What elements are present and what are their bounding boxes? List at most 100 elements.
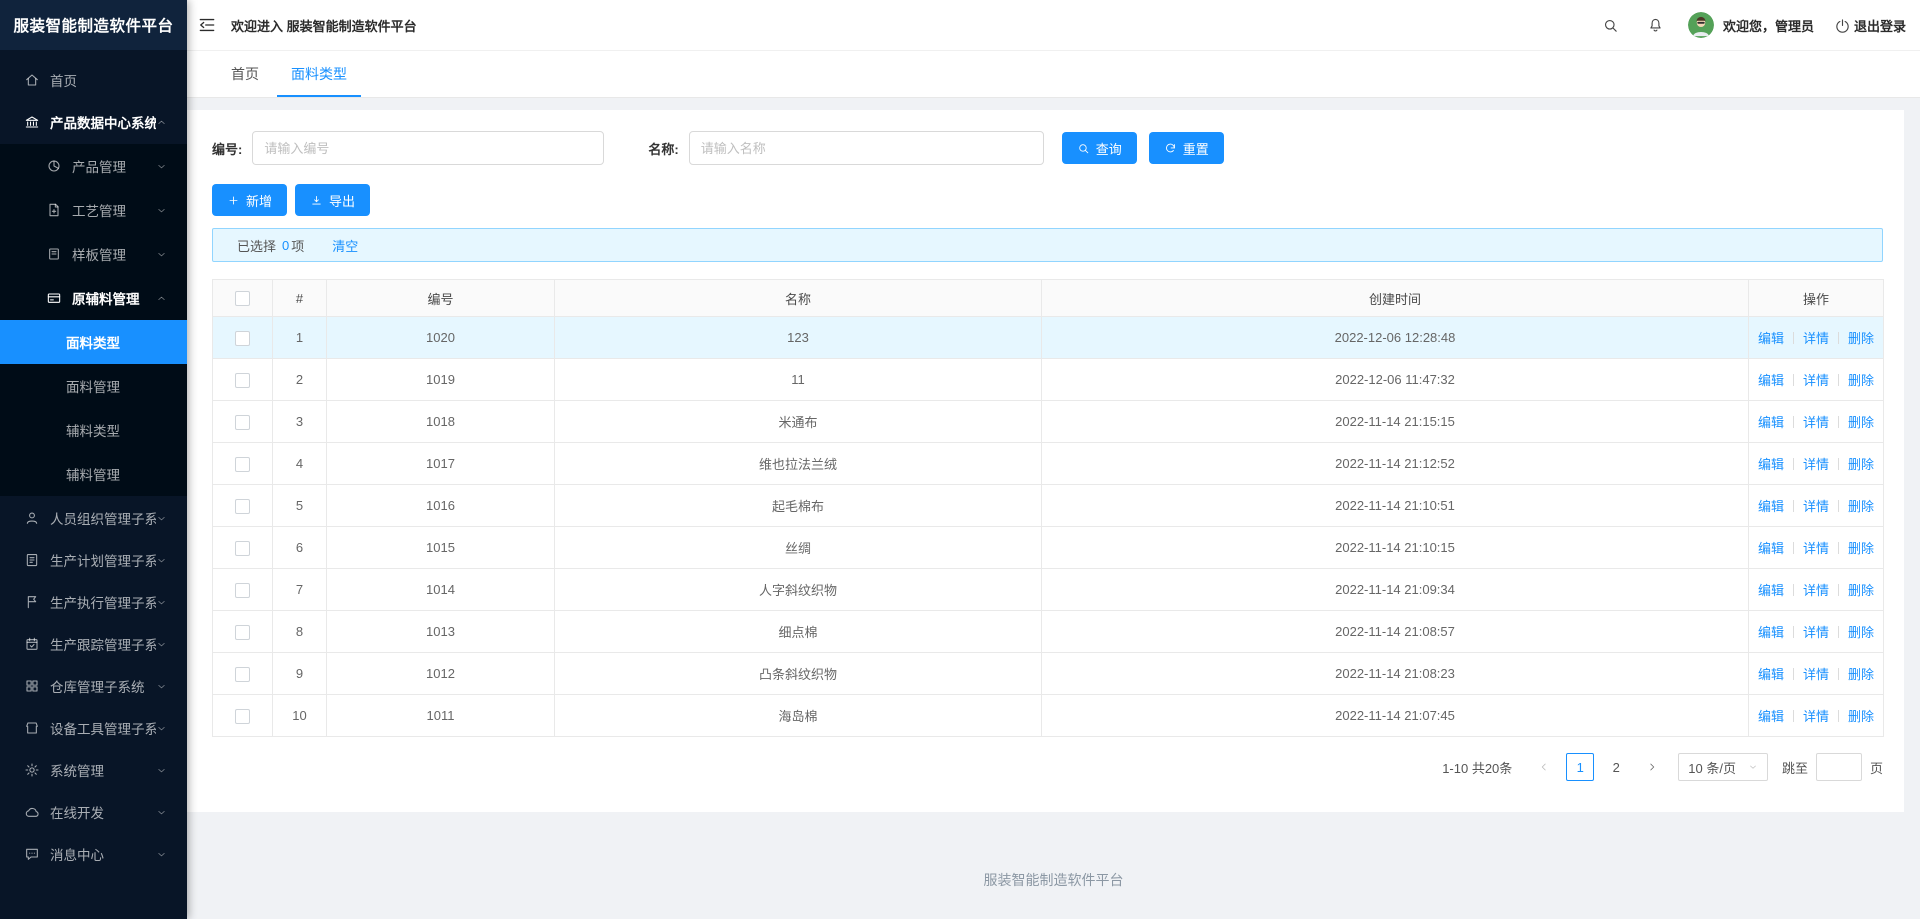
row-checkbox[interactable] (235, 498, 250, 514)
sidebar-item-product-mgmt[interactable]: 产品管理 (0, 144, 187, 188)
sidebar-item-label: 设备工具管理子系统 (50, 722, 156, 737)
col-index: # (272, 279, 327, 317)
edit-link[interactable]: 编辑 (1758, 499, 1784, 514)
delete-link[interactable]: 删除 (1848, 625, 1874, 640)
sidebar-item-process-mgmt[interactable]: 工艺管理 (0, 188, 187, 232)
edit-link[interactable]: 编辑 (1758, 331, 1784, 346)
row-code: 1014 (326, 568, 555, 611)
row-checkbox[interactable] (235, 708, 250, 724)
detail-link[interactable]: 详情 (1803, 541, 1829, 556)
detail-link[interactable]: 详情 (1803, 709, 1829, 724)
detail-link[interactable]: 详情 (1803, 667, 1829, 682)
edit-link[interactable]: 编辑 (1758, 541, 1784, 556)
sidebar-item-production-plan[interactable]: 生产计划管理子系统 (0, 540, 187, 580)
chevron-down-icon (156, 513, 167, 524)
sidebar-item-home[interactable]: 首页 (0, 60, 187, 100)
edit-link[interactable]: 编辑 (1758, 373, 1784, 388)
detail-link[interactable]: 详情 (1803, 625, 1829, 640)
sidebar-item-online-dev[interactable]: 在线开发 (0, 792, 187, 832)
bell-icon[interactable] (1647, 17, 1664, 34)
row-checkbox[interactable] (235, 456, 250, 472)
file-add-icon (46, 202, 62, 218)
next-page-button[interactable] (1638, 753, 1666, 781)
add-button[interactable]: 新增 (212, 184, 288, 216)
sidebar-item-equipment-tool[interactable]: 设备工具管理子系统 (0, 708, 187, 748)
clear-selection-link[interactable]: 清空 (332, 236, 358, 255)
sidebar-item-personnel-org[interactable]: 人员组织管理子系统 (0, 498, 187, 538)
sidebar-item-label: 辅料类型 (66, 424, 120, 439)
export-button[interactable]: 导出 (295, 184, 371, 216)
sidebar-item-accessory-type[interactable]: 辅料类型 (0, 408, 187, 452)
edit-link[interactable]: 编辑 (1758, 415, 1784, 430)
prev-page-button[interactable] (1530, 753, 1558, 781)
sidebar-item-accessory-mgmt[interactable]: 辅料管理 (0, 452, 187, 496)
select-all-checkbox[interactable] (235, 291, 250, 307)
row-actions: 编辑 详情 删除 (1748, 610, 1884, 653)
delete-link[interactable]: 删除 (1848, 583, 1874, 598)
edit-link[interactable]: 编辑 (1758, 583, 1784, 598)
user-icon (24, 510, 40, 526)
delete-link[interactable]: 删除 (1848, 541, 1874, 556)
avatar[interactable] (1687, 12, 1714, 38)
row-checkbox[interactable] (235, 414, 250, 430)
row-checkbox[interactable] (235, 540, 250, 556)
edit-link[interactable]: 编辑 (1758, 667, 1784, 682)
action-separator (1838, 374, 1839, 386)
detail-link[interactable]: 详情 (1803, 457, 1829, 472)
row-index: 10 (272, 694, 327, 737)
row-name: 维也拉法兰绒 (554, 442, 1042, 485)
sidebar-item-sample-mgmt[interactable]: 样板管理 (0, 232, 187, 276)
page-1-button[interactable]: 1 (1566, 753, 1595, 781)
delete-link[interactable]: 删除 (1848, 709, 1874, 724)
delete-link[interactable]: 删除 (1848, 373, 1874, 388)
sidebar-item-fabric-mgmt[interactable]: 面料管理 (0, 364, 187, 408)
code-input[interactable] (252, 131, 605, 165)
row-checkbox[interactable] (235, 372, 250, 388)
row-checkbox[interactable] (235, 666, 250, 682)
chevron-up-icon (156, 117, 167, 128)
sidebar-item-system-mgmt[interactable]: 系统管理 (0, 750, 187, 790)
selection-suffix: 项 (291, 238, 305, 254)
name-label: 名称: (648, 141, 679, 157)
edit-link[interactable]: 编辑 (1758, 457, 1784, 472)
menu-fold-icon[interactable] (197, 15, 217, 35)
logout-label: 退出登录 (1853, 18, 1906, 34)
delete-link[interactable]: 删除 (1848, 331, 1874, 346)
search-icon[interactable] (1602, 17, 1619, 34)
detail-link[interactable]: 详情 (1803, 583, 1829, 598)
tab-home[interactable]: 首页 (217, 51, 273, 97)
plus-icon (227, 194, 240, 207)
detail-link[interactable]: 详情 (1803, 499, 1829, 514)
edit-link[interactable]: 编辑 (1758, 625, 1784, 640)
row-checkbox[interactable] (235, 330, 250, 346)
page-2-button[interactable]: 2 (1602, 753, 1630, 781)
sidebar-item-fabric-type[interactable]: 面料类型 (0, 320, 187, 364)
detail-link[interactable]: 详情 (1803, 331, 1829, 346)
sidebar-item-warehouse[interactable]: 仓库管理子系统 (0, 666, 187, 706)
tab-fabric-type[interactable]: 面料类型 (277, 51, 361, 97)
delete-link[interactable]: 删除 (1848, 667, 1874, 682)
row-name: 人字斜纹织物 (554, 568, 1042, 611)
sidebar-item-message-center[interactable]: 消息中心 (0, 834, 187, 874)
delete-link[interactable]: 删除 (1848, 457, 1874, 472)
logout-button[interactable]: 退出登录 (1834, 16, 1906, 35)
cloud-icon (24, 804, 40, 820)
sidebar-item-production-track[interactable]: 生产跟踪管理子系统 (0, 624, 187, 664)
jump-page-input[interactable] (1815, 753, 1862, 781)
edit-link[interactable]: 编辑 (1758, 709, 1784, 724)
reset-button[interactable]: 重置 (1148, 132, 1224, 164)
pie-chart-icon (46, 158, 62, 174)
name-input[interactable] (688, 131, 1044, 165)
delete-link[interactable]: 删除 (1848, 415, 1874, 430)
delete-link[interactable]: 删除 (1848, 499, 1874, 514)
sidebar-item-product-data-center[interactable]: 产品数据中心系统 (0, 102, 187, 142)
page-size-select[interactable]: 10 条/页 (1678, 753, 1768, 781)
search-button[interactable]: 查询 (1061, 132, 1137, 164)
row-checkbox[interactable] (235, 624, 250, 640)
detail-link[interactable]: 详情 (1803, 373, 1829, 388)
detail-link[interactable]: 详情 (1803, 415, 1829, 430)
row-checkbox[interactable] (235, 582, 250, 598)
sidebar-item-production-exec[interactable]: 生产执行管理子系统 (0, 582, 187, 622)
sidebar-item-raw-material-mgmt[interactable]: 原辅料管理 (0, 276, 187, 320)
row-index: 2 (272, 358, 327, 401)
